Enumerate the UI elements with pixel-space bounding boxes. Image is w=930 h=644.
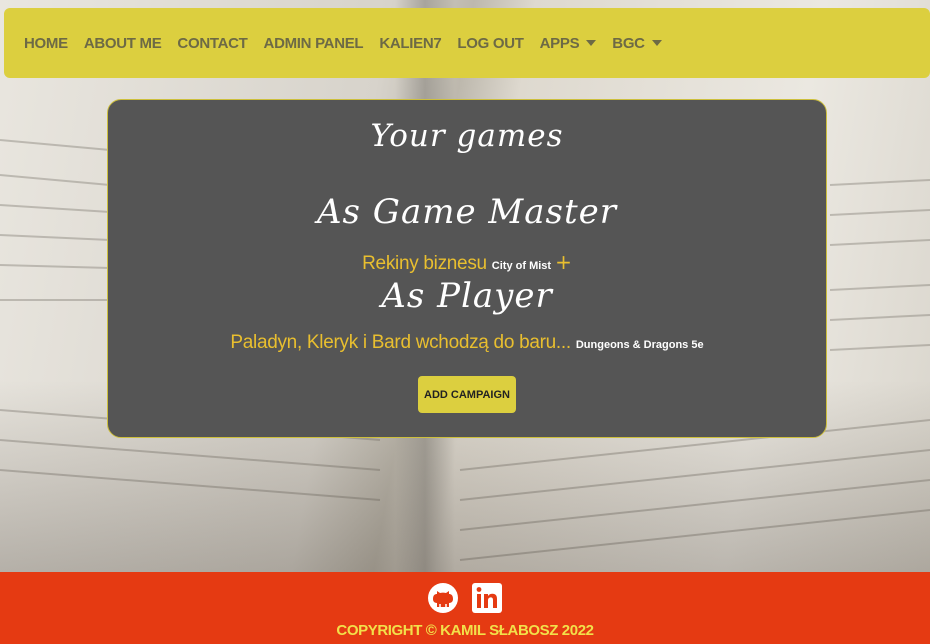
caret-down-icon [651, 40, 662, 46]
page-title: Your games [370, 118, 564, 154]
player-game-row: Paladyn, Kleryk i Bard wchodzą do baru..… [108, 332, 826, 354]
caret-down-icon [586, 40, 597, 46]
nav-log-out[interactable]: Log out [457, 34, 524, 52]
nav-user-profile[interactable]: Kalien7 [379, 35, 441, 52]
gm-game-link[interactable]: Rekiny biznesu [362, 253, 487, 275]
nav-bgc-dropdown[interactable]: BGC [612, 34, 662, 52]
gm-game-row: Rekiny biznesu City of Mist + [108, 252, 826, 275]
nav-contact[interactable]: Contact [177, 35, 247, 52]
games-card: Your games As Game Master Rekiny biznesu… [107, 99, 827, 438]
player-game-system: Dungeons & Dragons 5e [575, 339, 704, 351]
nav-home-label: Home [24, 34, 68, 52]
nav-contact-label: Contact [177, 34, 248, 52]
nav-bgc-label: BGC [612, 34, 645, 52]
add-campaign-button[interactable]: Add campaign [418, 376, 516, 413]
plus-icon[interactable]: + [555, 252, 572, 272]
nav-admin-panel[interactable]: Admin panel [264, 35, 364, 52]
gm-game-system: City of Mist [491, 260, 552, 272]
github-icon[interactable] [427, 582, 459, 614]
linkedin-icon[interactable] [471, 582, 503, 614]
copyright-text: Copyright © Kamil Słabosz 2022 [336, 622, 594, 639]
nav-apps-label: Apps [539, 34, 580, 52]
nav-about-me[interactable]: About me [84, 35, 162, 52]
nav-user-profile-label: Kalien7 [379, 34, 442, 52]
game-master-heading: As Game Master [317, 192, 617, 232]
social-links [0, 582, 930, 614]
footer: Copyright © Kamil Słabosz 2022 [0, 572, 930, 644]
player-heading: As Player [381, 276, 553, 316]
top-navbar: Home About me Contact Admin panel Kalien… [4, 8, 930, 78]
nav-apps-dropdown[interactable]: Apps [540, 35, 597, 52]
nav-admin-panel-label: Admin panel [263, 34, 364, 52]
nav-about-me-label: About me [83, 34, 162, 52]
nav-home[interactable]: Home [24, 35, 68, 52]
nav-log-out-label: Log out [457, 34, 524, 52]
player-game-link[interactable]: Paladyn, Kleryk i Bard wchodzą do baru..… [230, 332, 571, 354]
